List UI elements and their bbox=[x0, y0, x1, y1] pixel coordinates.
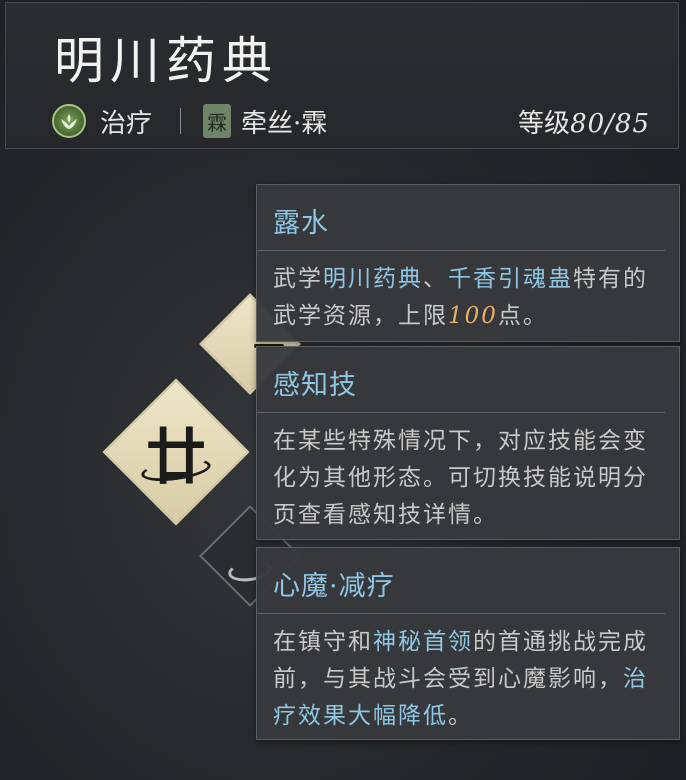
divider bbox=[180, 108, 182, 134]
tooltip-heart-demon: 心魔·减疗 在镇守和神秘首领的首通挑战完成前，与其战斗会受到心魔影响，治疗效果大… bbox=[256, 547, 680, 740]
martial-art-meta: 治疗 霖 牵丝·霖 等级80/85 bbox=[52, 101, 650, 141]
tooltip-title: 露水 bbox=[257, 185, 665, 251]
highlight-run: 千香引魂蛊 bbox=[448, 266, 573, 292]
tooltip-title: 感知技 bbox=[257, 347, 665, 413]
number-run: 100 bbox=[448, 303, 498, 329]
tooltip-body: 在镇守和神秘首领的首通挑战完成前，与其战斗会受到心魔影响，治疗效果大幅降低。 bbox=[257, 614, 679, 747]
level-prefix: 等级 bbox=[518, 108, 571, 139]
text-run: 在某些特殊情况下，对应技能会变化为其他形态。可切换技能说明分页查看感知技详情。 bbox=[273, 428, 648, 528]
level-value: 80/85 bbox=[570, 108, 650, 139]
healing-leaf-icon bbox=[52, 104, 86, 138]
role-label: 治疗 bbox=[100, 108, 153, 139]
text-run: 。 bbox=[448, 703, 473, 729]
skill-glyph: 廿 bbox=[146, 422, 206, 493]
martial-art-header: 明川药典 治疗 霖 牵丝·霖 等级80/85 bbox=[5, 2, 679, 149]
highlight-run: 明川药典 bbox=[323, 266, 423, 292]
tooltip-dew-resource: 露水 武学明川药典、千香引魂蛊特有的武学资源，上限100点。 bbox=[256, 184, 680, 342]
tooltip-body: 武学明川药典、千香引魂蛊特有的武学资源，上限100点。 bbox=[257, 251, 679, 347]
text-run: 点。 bbox=[497, 303, 548, 329]
highlight-run: 神秘首领 bbox=[373, 629, 473, 655]
sect-label: 牵丝·霖 bbox=[241, 108, 328, 139]
level-readout: 等级80/85 bbox=[518, 103, 650, 140]
tooltip-perception-skill: 感知技 在某些特殊情况下，对应技能会变化为其他形态。可切换技能说明分页查看感知技… bbox=[256, 346, 680, 540]
text-run: 武学 bbox=[273, 266, 323, 292]
text-run: 、 bbox=[423, 266, 448, 292]
page-title: 明川药典 bbox=[54, 32, 278, 90]
skill-node-main[interactable]: 廿 bbox=[102, 378, 250, 526]
tooltip-body: 在某些特殊情况下，对应技能会变化为其他形态。可切换技能说明分页查看感知技详情。 bbox=[257, 413, 679, 546]
game-screen: 明川药典 治疗 霖 牵丝·霖 等级80/85 廿 露水 武学明川药典、千香引魂蛊… bbox=[0, 0, 686, 780]
tooltip-title: 心魔·减疗 bbox=[257, 548, 665, 614]
text-run: 在镇守和 bbox=[273, 629, 373, 655]
sect-emblem-icon: 霖 bbox=[203, 104, 232, 138]
